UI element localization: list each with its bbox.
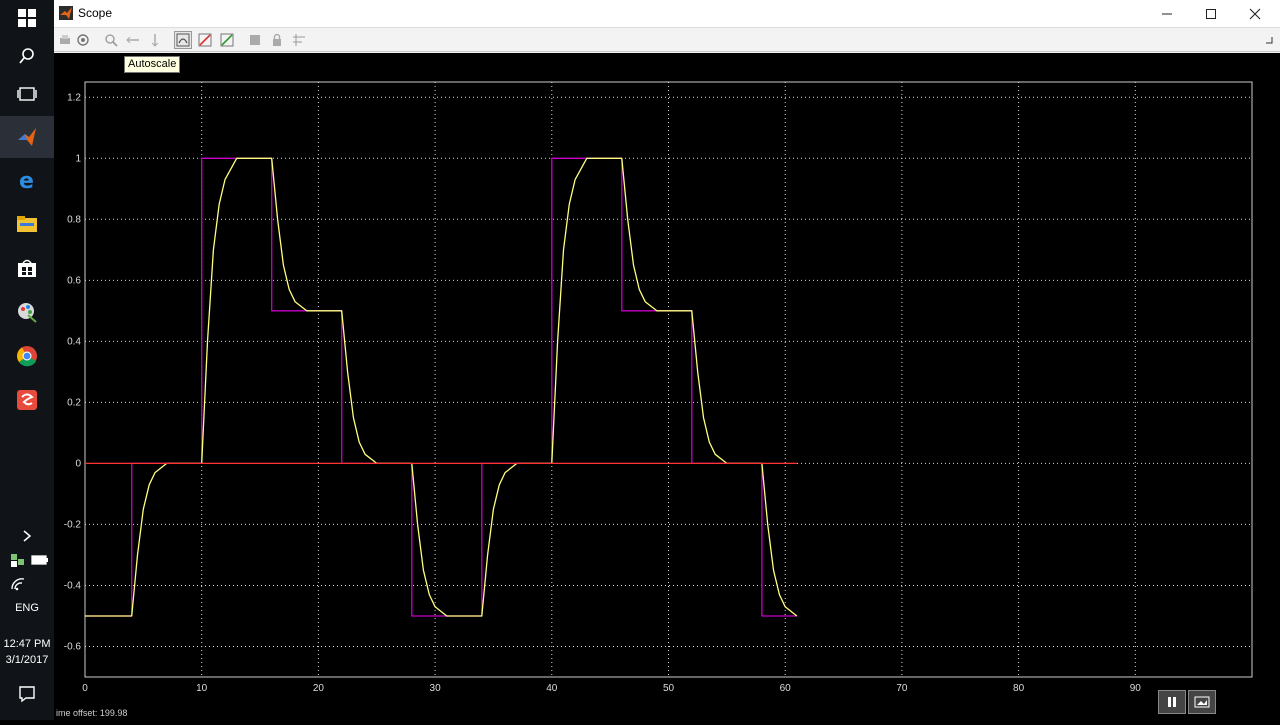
y-tick-label: 0 bbox=[75, 458, 81, 469]
y-tick-label: -0.2 bbox=[64, 519, 82, 530]
minimize-button[interactable] bbox=[1145, 0, 1189, 28]
title-bar: Scope bbox=[54, 0, 1280, 28]
scope-window: Scope 0 10 20 30 40 50 60 70 80 90 1.2 1… bbox=[54, 0, 1280, 720]
task-view-icon[interactable] bbox=[13, 80, 41, 108]
file-explorer-icon[interactable] bbox=[13, 210, 41, 238]
windows-start-icon[interactable] bbox=[13, 4, 41, 32]
plot-frame bbox=[84, 81, 1253, 678]
windows-taskbar: e ENG 12:47 PM 3/1/2017 bbox=[0, 0, 54, 720]
autoscale-tooltip: Autoscale bbox=[124, 56, 181, 73]
y-tick-label: 0.4 bbox=[67, 336, 81, 347]
chrome-icon[interactable] bbox=[13, 342, 41, 370]
x-tick-label: 70 bbox=[896, 683, 908, 694]
scope-display[interactable]: 0 10 20 30 40 50 60 70 80 90 1.2 1 0.8 0.6 0.4 0.2 0 -0.2… bbox=[54, 53, 1280, 720]
dock-arrow-icon[interactable] bbox=[1260, 31, 1278, 49]
zoom-in-icon[interactable] bbox=[102, 31, 120, 49]
y-tick-label: -0.6 bbox=[64, 641, 82, 652]
zoom-y-icon[interactable] bbox=[146, 31, 164, 49]
search-icon[interactable] bbox=[13, 42, 41, 70]
maximize-button[interactable] bbox=[1189, 0, 1233, 28]
restore-axes-icon[interactable] bbox=[218, 31, 236, 49]
y-tick-label: -0.4 bbox=[64, 580, 82, 591]
edge-icon[interactable]: e bbox=[13, 166, 41, 194]
x-tick-label: 0 bbox=[82, 683, 88, 694]
notifications-icon[interactable] bbox=[13, 680, 41, 708]
x-tick-label: 40 bbox=[546, 683, 558, 694]
x-tick-label: 80 bbox=[1013, 683, 1025, 694]
y-tick-label: 1 bbox=[75, 153, 81, 164]
lock-icon[interactable] bbox=[268, 31, 286, 49]
toolbar bbox=[54, 28, 1280, 52]
matlab-icon bbox=[59, 6, 73, 25]
x-tick-label: 60 bbox=[780, 683, 792, 694]
clock-date[interactable]: 3/1/2017 bbox=[0, 654, 54, 666]
wifi-icon[interactable] bbox=[4, 570, 32, 598]
snapshot-button[interactable] bbox=[1188, 690, 1216, 714]
time-offset-status: ime offset: 199.98 bbox=[56, 708, 128, 718]
y-tick-label: 0.8 bbox=[67, 214, 81, 225]
autoscale-icon[interactable] bbox=[174, 31, 192, 49]
store-icon[interactable] bbox=[13, 254, 41, 282]
x-tick-label: 90 bbox=[1130, 683, 1142, 694]
svg-text:e: e bbox=[19, 169, 34, 191]
x-tick-label: 30 bbox=[430, 683, 442, 694]
pause-button[interactable] bbox=[1158, 690, 1186, 714]
zoom-x-icon[interactable] bbox=[124, 31, 142, 49]
paint-icon[interactable] bbox=[13, 298, 41, 326]
app-icon[interactable] bbox=[13, 386, 41, 414]
y-tick-label: 0.6 bbox=[67, 275, 81, 286]
print-icon[interactable] bbox=[56, 31, 74, 49]
save-axes-icon[interactable] bbox=[196, 31, 214, 49]
y-tick-label: 1.2 bbox=[67, 92, 81, 103]
window-title: Scope bbox=[78, 6, 113, 20]
parameters-icon[interactable] bbox=[74, 31, 92, 49]
close-button[interactable] bbox=[1233, 0, 1277, 28]
x-tick-label: 10 bbox=[196, 683, 208, 694]
matlab-icon[interactable] bbox=[13, 123, 41, 151]
language-indicator[interactable]: ENG bbox=[0, 602, 54, 614]
x-tick-label: 20 bbox=[313, 683, 325, 694]
floating-scope-icon[interactable] bbox=[246, 31, 264, 49]
clock-time[interactable]: 12:47 PM bbox=[0, 638, 54, 650]
y-tick-label: 0.2 bbox=[67, 397, 81, 408]
scope-chart[interactable]: 0 10 20 30 40 50 60 70 80 90 1.2 1 0.8 0.6 0.4 0.2 0 -0.2… bbox=[54, 53, 1280, 720]
signal-selection-icon[interactable] bbox=[290, 31, 308, 49]
x-tick-label: 50 bbox=[663, 683, 675, 694]
